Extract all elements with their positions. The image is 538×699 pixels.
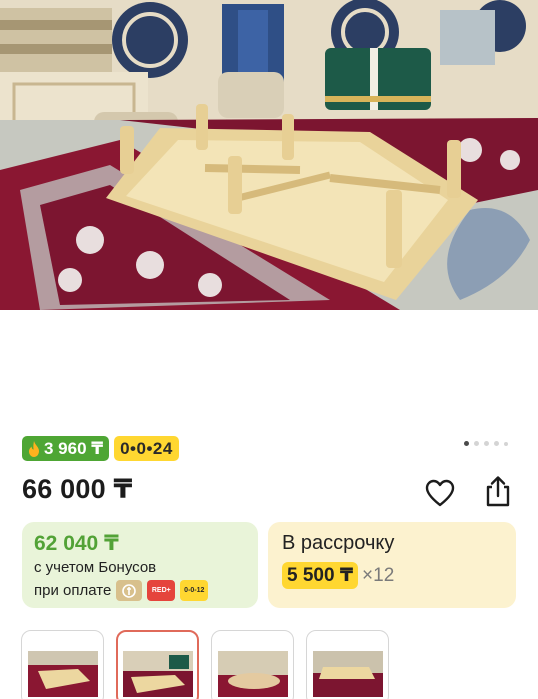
badges-row: 3 960 ₸ 0•0•24 <box>22 436 179 461</box>
thumbnail-strip <box>21 630 389 699</box>
bonus-price-card[interactable]: 62 040 ₸ с учетом Бонусов при оплате RED… <box>22 522 258 608</box>
heart-icon <box>425 479 455 507</box>
installment-card[interactable]: В рассрочку 5 500 ₸ ×12 <box>268 522 516 608</box>
kaspi-logo-icon <box>116 580 143 601</box>
installment-badge[interactable]: 0•0•24 <box>114 436 179 461</box>
installment-amount: 5 500 ₸ <box>282 562 359 589</box>
thumbnail[interactable] <box>116 630 199 699</box>
installment-title: В рассрочку <box>282 532 395 554</box>
payment-methods-row: при оплате RED+ 0-0-12 <box>34 580 209 601</box>
payment-label: при оплате <box>34 582 112 599</box>
pagination-dot <box>474 441 479 446</box>
gallery-pagination <box>464 441 508 446</box>
product-price: 66 000 ₸ <box>22 474 133 504</box>
bonus-badge[interactable]: 3 960 ₸ <box>22 436 110 461</box>
flame-icon <box>29 440 39 457</box>
bonus-price: 62 040 ₸ <box>34 532 119 555</box>
product-photo[interactable] <box>0 0 538 310</box>
bonus-note: с учетом Бонусов <box>34 559 157 576</box>
thumbnail[interactable] <box>211 630 294 699</box>
red-plus-logo: RED+ <box>147 580 176 601</box>
installment-row: 5 500 ₸ ×12 <box>282 562 394 589</box>
favorite-button[interactable] <box>423 476 457 510</box>
pagination-dot <box>484 441 489 446</box>
share-icon <box>486 476 510 507</box>
pagination-dot <box>504 441 508 446</box>
thumbnail[interactable] <box>306 630 389 699</box>
thumbnail[interactable] <box>21 630 104 699</box>
share-button[interactable] <box>481 474 515 508</box>
installment-months: ×12 <box>362 564 395 586</box>
bonus-badge-value: 3 960 ₸ <box>44 438 104 458</box>
installment-badge-label: 0•0•24 <box>120 438 173 458</box>
pagination-dot <box>464 441 469 446</box>
pagination-dot <box>494 441 499 446</box>
installment-0-0-12-logo: 0-0-12 <box>180 580 209 601</box>
